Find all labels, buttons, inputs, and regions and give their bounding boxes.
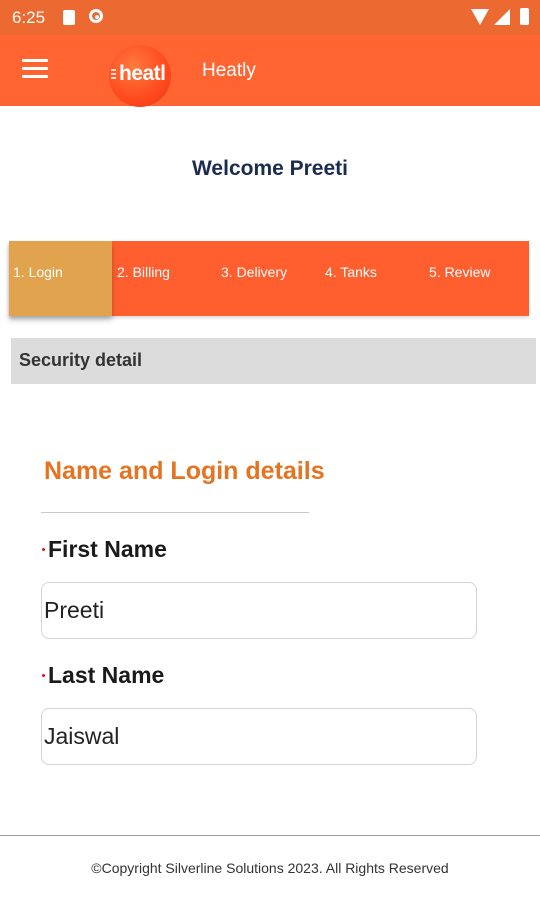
required-marker xyxy=(42,674,45,677)
app-logo: heatl xyxy=(109,45,171,107)
app-bar: heatl Heatly xyxy=(0,35,540,107)
section-title: Security detail xyxy=(19,350,143,370)
signal-icon xyxy=(494,9,510,25)
section-header: Security detail xyxy=(11,338,536,384)
wifi-icon xyxy=(471,9,489,25)
first-name-label: First Name xyxy=(48,536,167,562)
step-label: 1. Login xyxy=(13,264,63,280)
required-marker xyxy=(42,548,45,551)
logo-text: heatl xyxy=(119,62,166,85)
last-name-field[interactable]: Jaiswal xyxy=(41,708,477,765)
sync-icon xyxy=(89,9,103,23)
footer-divider xyxy=(0,835,540,836)
app-title: Heatly xyxy=(202,60,256,81)
menu-icon[interactable] xyxy=(22,59,50,81)
step-billing[interactable]: 2. Billing xyxy=(112,241,216,316)
last-name-value: Jaiswal xyxy=(44,723,120,749)
status-bar: 6:25 xyxy=(0,0,540,35)
step-label: 5. Review xyxy=(429,264,491,280)
last-name-label: Last Name xyxy=(48,662,165,688)
step-label: 2. Billing xyxy=(117,264,170,280)
step-label: 4. Tanks xyxy=(325,264,377,280)
form-heading: Name and Login details xyxy=(44,457,325,485)
status-time: 6:25 xyxy=(12,8,46,27)
heading-divider xyxy=(41,512,309,513)
step-tanks[interactable]: 4. Tanks xyxy=(320,241,424,316)
copyright-footer: ©Copyright Silverline Solutions 2023. Al… xyxy=(91,860,449,876)
step-delivery[interactable]: 3. Delivery xyxy=(216,241,320,316)
first-name-value: Preeti xyxy=(44,597,105,623)
step-review[interactable]: 5. Review xyxy=(424,241,529,316)
step-tabs: 1. Login 2. Billing 3. Delivery 4. Tanks… xyxy=(9,241,529,316)
sd-card-icon xyxy=(63,10,75,25)
welcome-heading: Welcome Preeti xyxy=(191,157,348,180)
first-name-field[interactable]: Preeti xyxy=(41,582,477,639)
step-login[interactable]: 1. Login xyxy=(9,241,112,316)
battery-icon xyxy=(520,8,529,25)
step-label: 3. Delivery xyxy=(221,264,288,280)
